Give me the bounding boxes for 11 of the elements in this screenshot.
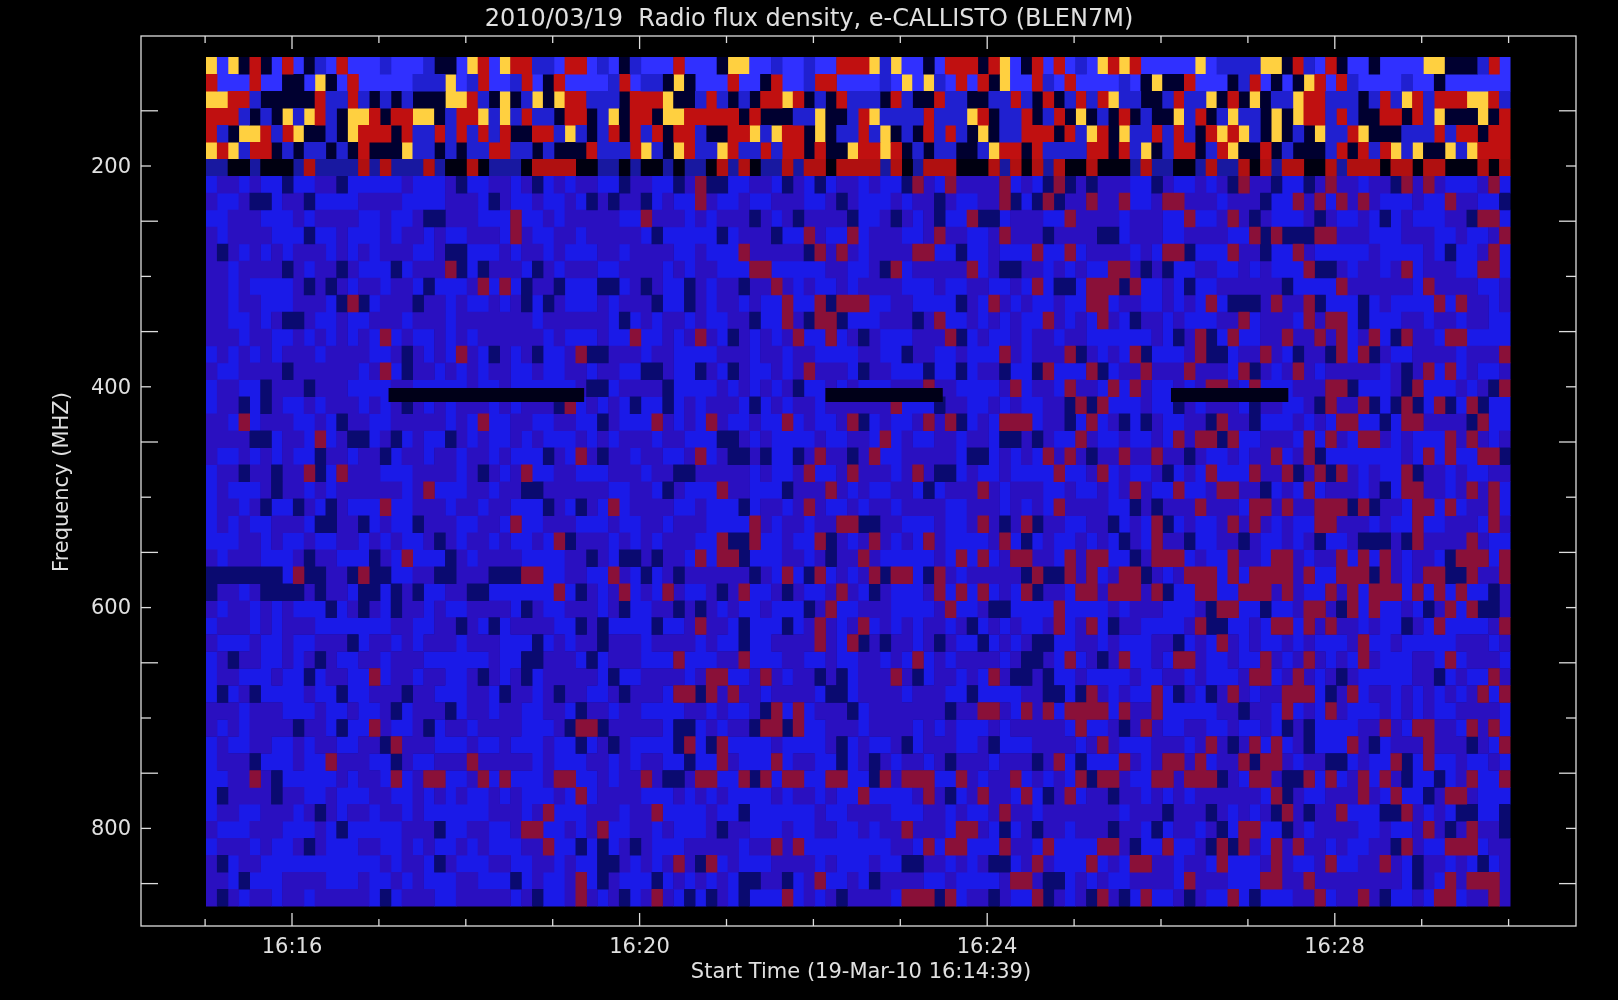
y-tick-label: 200 (90, 154, 131, 178)
y-tick-label: 400 (90, 374, 131, 399)
x-axis-label: Start Time (19-Mar-10 16:14:39) (690, 959, 1032, 983)
y-tick-label: 800 (90, 816, 131, 841)
x-tick-label: 16:20 (609, 934, 670, 958)
chart-title: 2010/03/19 Radio flux density, e-CALLISTO (BLEN7M) (484, 4, 1134, 32)
x-tick-label: 16:28 (1304, 934, 1365, 958)
y-axis-label: Frequency (MHZ) (49, 392, 73, 572)
y-tick-label: 600 (90, 595, 131, 620)
x-tick-label: 16:24 (956, 934, 1018, 958)
x-tick-label: 16:16 (261, 934, 323, 958)
